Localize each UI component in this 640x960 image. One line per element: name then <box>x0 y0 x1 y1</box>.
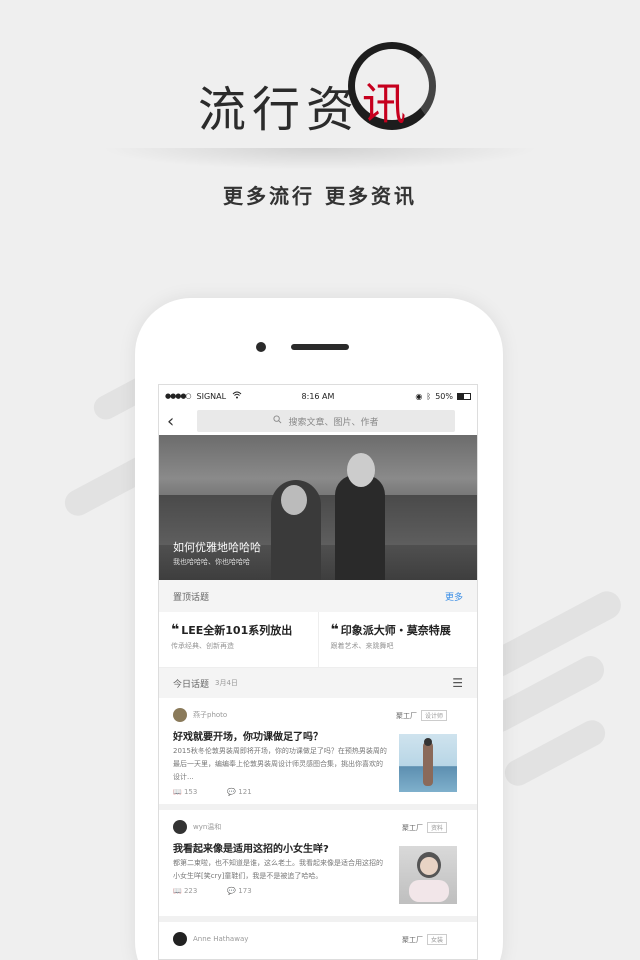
pinned-topic[interactable]: ❝ LEE全新101系列放出 传承经典、创新再造 <box>159 612 318 667</box>
nav-bar: ‹ 搜索文章、图片、作者 <box>159 407 477 435</box>
tag-badge: 女装 <box>426 934 447 945</box>
pinned-label: 置顶话题 <box>173 592 210 603</box>
hero-banner[interactable]: 如何优雅地哈哈哈 我也哈哈哈、你也哈哈哈 <box>159 435 477 580</box>
author-name[interactable]: Anne Hathaway <box>193 935 248 943</box>
divider <box>100 148 540 170</box>
quote-icon: ❝ <box>171 622 180 638</box>
promo-subtitle: 更多流行 更多资讯 <box>223 184 417 208</box>
author-name[interactable]: wyn温和 <box>193 822 221 832</box>
article-source: 聚工厂 资料 <box>402 822 447 833</box>
read-count: 📖 153 <box>173 788 197 796</box>
background-stripe <box>500 715 610 791</box>
pinned-topic[interactable]: ❝ 印象派大师・莫奈特展 跟着艺术、来跳舞吧 <box>317 612 478 667</box>
article-source: 聚工厂 女装 <box>402 934 447 945</box>
phone-speaker <box>291 344 349 350</box>
article-card[interactable]: 燕子photo 聚工厂 设计师 好戏就要开场，你功课做足了吗？ 2015秋冬伦敦… <box>159 698 477 810</box>
article-thumbnail <box>399 846 457 904</box>
today-date: 3月4日 <box>215 679 238 687</box>
search-placeholder: 搜索文章、图片、作者 <box>288 417 379 428</box>
comment-count: 💬 173 <box>227 887 251 895</box>
article-thumbnail <box>399 734 457 792</box>
status-time: 8:16 AM <box>301 391 335 401</box>
promo-title-highlight: 讯 <box>362 79 406 130</box>
source-name: 聚工厂 <box>401 823 423 832</box>
book-icon: 📖 <box>173 788 182 796</box>
hero-image <box>281 485 307 515</box>
tag-badge: 资料 <box>426 822 447 833</box>
hero-headline: 如何优雅地哈哈哈 <box>173 541 261 554</box>
topic-title: 印象派大师・莫奈特展 <box>340 624 451 637</box>
promo-title-char: 行 <box>252 82 307 138</box>
pinned-section-header: 置顶话题 更多 <box>159 580 477 612</box>
article-excerpt: 都第二束啦，也不知道是谁，这么老土。我看起来像是适合用这招的小女生咩[笑cry]… <box>173 859 383 880</box>
comment-count-value: 121 <box>238 788 252 796</box>
more-link[interactable]: 更多 <box>445 590 463 603</box>
comment-icon: 💬 <box>227 887 237 895</box>
avatar[interactable] <box>173 820 187 834</box>
article-source: 聚工厂 设计师 <box>396 710 447 721</box>
pinned-topics: ❝ LEE全新101系列放出 传承经典、创新再造 ❝ 印象派大师・莫奈特展 跟着艺术… <box>159 612 477 668</box>
battery-icon <box>457 392 471 400</box>
today-label: 今日话题 <box>173 679 210 690</box>
topic-desc: 跟着艺术、来跳舞吧 <box>330 642 394 650</box>
tag-badge: 设计师 <box>420 710 447 721</box>
status-bar: ●●●●○ SIGNAL 8:16 AM ◉ ᛒ 50% <box>159 385 477 407</box>
hero-image <box>347 453 375 487</box>
phone-camera <box>256 342 266 352</box>
article-excerpt: 2015秋冬伦敦男装周即将开场，你的功课做足了吗？在预热男装周的最后一天里，编编… <box>173 747 387 781</box>
read-count: 📖 223 <box>173 887 197 895</box>
comment-icon: 💬 <box>227 788 237 796</box>
chevron-left-icon[interactable]: ‹ <box>167 411 187 432</box>
hero-subline: 我也哈哈哈、你也哈哈哈 <box>173 558 250 566</box>
article-card[interactable]: Anne Hathaway 聚工厂 女装 <box>159 922 477 952</box>
author-name[interactable]: 燕子photo <box>193 710 227 720</box>
read-count-value: 153 <box>183 788 198 796</box>
promo-title-char: 流 <box>198 82 253 138</box>
quote-icon: ❝ <box>330 622 339 638</box>
topic-desc: 传承经典、创新再造 <box>171 642 234 650</box>
comment-count: 💬 121 <box>227 788 251 796</box>
search-icon <box>273 415 282 427</box>
search-input[interactable]: 搜索文章、图片、作者 <box>197 410 455 432</box>
topic-title: LEE全新101系列放出 <box>181 624 293 637</box>
source-name: 聚工厂 <box>401 935 423 944</box>
article-card[interactable]: wyn温和 聚工厂 资料 我看起来像是适用这招的小女生咩? 都第二束啦，也不知道… <box>159 810 477 922</box>
avatar[interactable] <box>173 708 187 722</box>
app-screen: ●●●●○ SIGNAL 8:16 AM ◉ ᛒ 50% ‹ 搜索文章、图片、作… <box>158 384 478 960</box>
avatar[interactable] <box>173 932 187 946</box>
book-icon: 📖 <box>173 887 182 895</box>
source-name: 聚工厂 <box>395 711 417 720</box>
comment-count-value: 173 <box>238 887 252 895</box>
list-icon[interactable]: ☰ <box>452 676 463 690</box>
today-section-header: 今日话题 3月4日 ☰ <box>159 668 477 698</box>
hero-image <box>335 475 385 580</box>
read-count-value: 223 <box>183 887 198 895</box>
promo-title: 流 行 资 <box>0 62 640 142</box>
